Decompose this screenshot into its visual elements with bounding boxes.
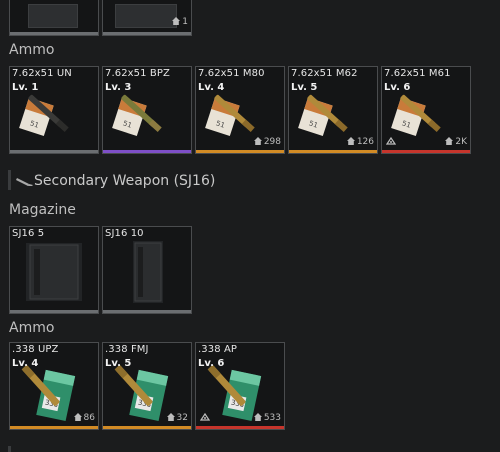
top-row: 1 (0, 0, 500, 40)
ammo-box-icon: 51 (19, 94, 69, 137)
stash-count-value: 32 (176, 413, 188, 423)
magazine-icon (133, 241, 163, 303)
lock-icon (385, 136, 397, 147)
top-card-2[interactable]: 1 (102, 0, 192, 36)
rarity-bar (103, 310, 191, 313)
next-section-header[interactable] (8, 446, 492, 452)
magazine-card-sj16-5[interactable]: SJ16 5 (9, 226, 99, 314)
stash-count-value: 126 (356, 137, 374, 147)
secondary-weapon-title: Secondary Weapon (SJ16) (34, 173, 216, 189)
ammo-card-762-m61[interactable]: 51 7.62x51 M61 Lv. 6 2K (381, 66, 471, 154)
ammo-level: Lv. 6 (198, 358, 225, 369)
stash-count: 126 (346, 137, 374, 147)
ammo-name: .338 UPZ (12, 344, 59, 355)
magazine-name: SJ16 10 (105, 228, 144, 239)
ammo-level: Lv. 5 (105, 358, 132, 369)
stash-count: 86 (73, 413, 95, 423)
ammo-card-762-m62[interactable]: 51 7.62x51 M62 Lv. 5 126 (288, 66, 378, 154)
ammo-name: 7.62x51 M80 (198, 68, 265, 79)
top-card-bar (103, 32, 191, 35)
top-card-1[interactable] (9, 0, 99, 36)
home-icon (253, 413, 262, 421)
ammo-762-row: 51 7.62x51 UN Lv. 1 51 7.62x51 BPZ Lv. 3… (0, 64, 500, 156)
ammo-name: .338 FMJ (105, 344, 149, 355)
stash-count-value: 2K (455, 137, 467, 147)
stash-count: 533 (253, 413, 281, 423)
magazine-name: SJ16 5 (12, 228, 45, 239)
rarity-bar (10, 150, 98, 153)
rifle-icon (16, 178, 33, 186)
rarity-bar (196, 150, 284, 153)
rarity-bar (103, 150, 191, 153)
ammo-level: Lv. 5 (291, 82, 318, 93)
rarity-bar (10, 426, 98, 429)
home-icon (445, 137, 454, 145)
stash-count: 32 (166, 413, 188, 423)
ammo-name: 7.62x51 M61 (384, 68, 451, 79)
ammo-box-icon: 51 (112, 94, 162, 137)
ammo-name: 7.62x51 M62 (291, 68, 358, 79)
rarity-bar (103, 426, 191, 429)
ammo-level: Lv. 4 (198, 82, 225, 93)
home-icon (172, 17, 181, 25)
ammo-card-338-upz[interactable]: 338 .338 UPZ Lv. 4 86 (9, 342, 99, 430)
stash-count: 298 (253, 137, 281, 147)
stash-count-value: 298 (263, 137, 281, 147)
ammo-name: 7.62x51 UN (12, 68, 72, 79)
stash-count-value: 533 (263, 413, 281, 423)
ammo-card-762-bpz[interactable]: 51 7.62x51 BPZ Lv. 3 (102, 66, 192, 154)
home-icon (253, 137, 262, 145)
home-icon (166, 413, 175, 421)
section-label-magazine: Magazine (9, 202, 76, 218)
stash-count-value: 86 (83, 413, 95, 423)
top-card-count: 1 (172, 17, 188, 27)
top-card-bar (10, 32, 98, 35)
ammo-level: Lv. 1 (12, 82, 39, 93)
ammo-card-338-fmj[interactable]: 338 .338 FMJ Lv. 5 32 (102, 342, 192, 430)
home-icon (73, 413, 82, 421)
ammo-name: .338 AP (198, 344, 238, 355)
top-card-image (28, 4, 78, 28)
section-label-ammo: Ammo (9, 42, 55, 58)
header-divider (8, 446, 11, 452)
rarity-bar (382, 150, 470, 153)
lock-icon (199, 412, 211, 423)
magazine-row: SJ16 5 SJ16 10 (0, 224, 500, 316)
ammo-level: Lv. 3 (105, 82, 132, 93)
home-icon (346, 137, 355, 145)
ammo-card-762-m80[interactable]: 51 7.62x51 M80 Lv. 4 298 (195, 66, 285, 154)
stash-count: 2K (445, 137, 467, 147)
rarity-bar (196, 426, 284, 429)
ammo-name: 7.62x51 BPZ (105, 68, 170, 79)
top-card-image (115, 4, 177, 28)
rarity-bar (10, 310, 98, 313)
ammo-card-762-un[interactable]: 51 7.62x51 UN Lv. 1 (9, 66, 99, 154)
ammo-level: Lv. 4 (12, 358, 39, 369)
ammo-card-338-ap[interactable]: 338 .338 AP Lv. 6 533 (195, 342, 285, 430)
section-label-ammo: Ammo (9, 320, 55, 336)
top-card-count-value: 1 (182, 17, 188, 27)
ammo-338-row: 338 .338 UPZ Lv. 4 86 338 .338 FMJ Lv. 5… (0, 342, 500, 434)
magazine-icon (26, 243, 82, 301)
rarity-bar (289, 150, 377, 153)
header-divider (8, 170, 11, 190)
magazine-card-sj16-10[interactable]: SJ16 10 (102, 226, 192, 314)
ammo-level: Lv. 6 (384, 82, 411, 93)
